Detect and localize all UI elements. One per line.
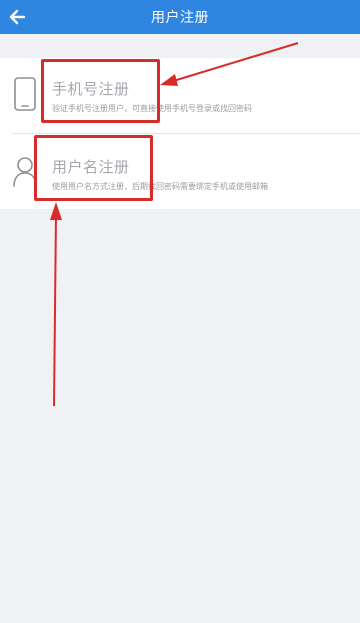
back-arrow-icon <box>9 9 26 25</box>
phone-registration-title: 手机号注册 <box>52 80 130 98</box>
username-registration-option[interactable]: 用户名注册 使用用户名方式注册，后期找回密码需要绑定手机或使用邮箱 <box>12 133 360 209</box>
phone-icon <box>14 77 36 111</box>
page-title: 用户注册 <box>151 10 209 26</box>
phone-registration-option[interactable]: 手机号注册 验证手机号注册用户，可直接使用手机号登录或找回密码 <box>0 58 360 133</box>
annotation-arrow-up <box>53 213 57 407</box>
registration-options-list: 手机号注册 验证手机号注册用户，可直接使用手机号登录或找回密码 用户名注册 使用… <box>0 58 360 209</box>
app-header: 用户注册 <box>0 0 360 34</box>
back-button[interactable] <box>4 4 30 30</box>
phone-registration-description: 验证手机号注册用户，可直接使用手机号登录或找回密码 <box>52 104 252 113</box>
user-icon <box>13 157 37 187</box>
username-registration-title: 用户名注册 <box>52 158 130 176</box>
username-registration-description: 使用用户名方式注册，后期找回密码需要绑定手机或使用邮箱 <box>52 182 268 191</box>
